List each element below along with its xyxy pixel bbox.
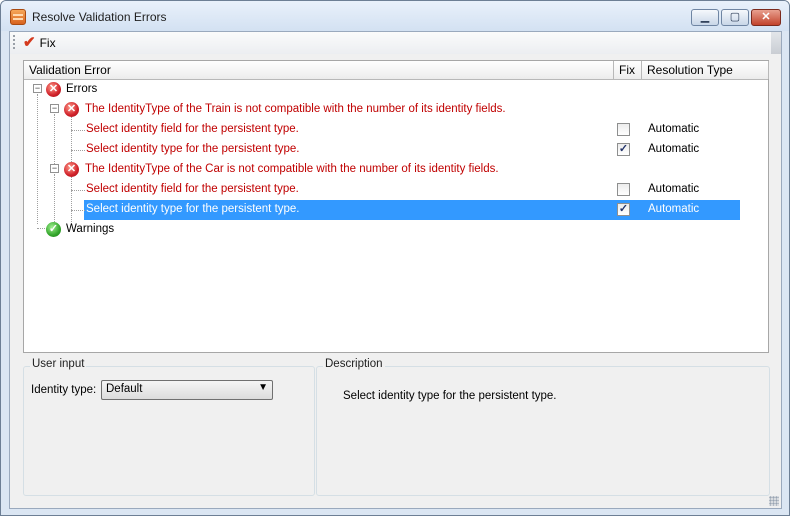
tree-row-label: Select identity type for the persistent …: [86, 143, 300, 155]
panel-splitter[interactable]: [23, 353, 769, 359]
close-button[interactable]: ✕: [751, 9, 781, 26]
resolution-type: Automatic: [648, 183, 700, 195]
user-input-group: User input Identity type: Default ▼: [23, 358, 315, 496]
minimize-icon: ▁: [700, 11, 710, 23]
resize-grip-icon[interactable]: [769, 496, 779, 506]
description-group: Description Select identity type for the…: [316, 358, 770, 496]
fix-button-label: Fix: [39, 35, 56, 50]
column-header-resolution-type[interactable]: Resolution Type: [642, 61, 769, 79]
user-input-title: User input: [30, 358, 87, 370]
toolbar-grip-icon[interactable]: [13, 35, 15, 49]
fix-checkbox[interactable]: [617, 183, 630, 196]
error-icon: ✕: [46, 82, 61, 97]
toolbar-overflow[interactable]: [771, 32, 781, 54]
resolution-type: Automatic: [648, 143, 700, 155]
tree-row-fix[interactable]: Select identity type for the persistent …: [24, 140, 768, 160]
error-icon: ✕: [64, 102, 79, 117]
error-icon: ✕: [64, 162, 79, 177]
tree-row-label: The IdentityType of the Train is not com…: [85, 103, 506, 115]
identity-type-value: Default: [106, 383, 143, 395]
tree-row-label: Select identity type for the persistent …: [86, 203, 300, 215]
app-icon: [10, 9, 26, 25]
tree-row-fix-selected[interactable]: Select identity type for the persistent …: [24, 200, 768, 220]
window-title: Resolve Validation Errors: [32, 10, 167, 24]
fix-button[interactable]: ✔ Fix: [20, 33, 59, 52]
collapse-icon[interactable]: −: [50, 164, 59, 173]
collapse-icon[interactable]: −: [33, 84, 42, 93]
tree-row-label: The IdentityType of the Car is not compa…: [85, 163, 499, 175]
tree-line: [71, 210, 85, 211]
tree-row-errors[interactable]: − ✕ Errors: [24, 80, 768, 100]
description-text: Select identity type for the persistent …: [343, 390, 557, 402]
tree-line: [71, 190, 85, 191]
resolution-type: Automatic: [648, 123, 700, 135]
dialog-window: Resolve Validation Errors ▁ ▢ ✕ ✔ Fix Va…: [0, 0, 790, 516]
fix-checkbox[interactable]: ✓: [617, 143, 630, 156]
tree-row-fix[interactable]: Select identity field for the persistent…: [24, 120, 768, 140]
tree-row-warnings[interactable]: ✓ Warnings: [24, 220, 768, 240]
fix-checkbox[interactable]: ✓: [617, 203, 630, 216]
client-area: ✔ Fix Validation Error Fix Resolution Ty…: [9, 31, 782, 509]
tree-row-error[interactable]: − ✕ The IdentityType of the Car is not c…: [24, 160, 768, 180]
tree-row-label: Errors: [66, 83, 98, 95]
collapse-icon[interactable]: −: [50, 104, 59, 113]
tree-row-error[interactable]: − ✕ The IdentityType of the Train is not…: [24, 100, 768, 120]
identity-type-dropdown[interactable]: Default ▼: [101, 380, 273, 400]
column-header-fix[interactable]: Fix: [614, 61, 642, 79]
success-check-icon: ✓: [46, 222, 61, 237]
column-header-validation-error[interactable]: Validation Error: [24, 61, 614, 79]
resolution-type: Automatic: [648, 203, 700, 215]
dropdown-arrow-icon: ▼: [258, 382, 268, 393]
tree-line: [71, 150, 85, 151]
maximize-icon: ▢: [729, 11, 741, 23]
tree-row-label: Warnings: [66, 223, 115, 235]
minimize-button[interactable]: ▁: [691, 9, 719, 26]
validation-grid: Validation Error Fix Resolution Type − ✕…: [23, 60, 769, 353]
grid-header: Validation Error Fix Resolution Type: [24, 61, 769, 80]
close-icon: ✕: [761, 11, 771, 23]
tree-line: [71, 130, 85, 131]
description-title: Description: [323, 358, 385, 370]
fix-checkbox[interactable]: [617, 123, 630, 136]
checkmark-icon: ✔: [23, 33, 36, 51]
identity-type-label: Identity type:: [31, 384, 97, 396]
tree-row-label: Select identity field for the persistent…: [86, 123, 299, 135]
toolbar: ✔ Fix: [10, 32, 781, 54]
tree-row-label: Select identity field for the persistent…: [86, 183, 299, 195]
maximize-button[interactable]: ▢: [721, 9, 749, 26]
title-bar[interactable]: Resolve Validation Errors ▁ ▢ ✕: [1, 1, 789, 31]
tree-row-fix[interactable]: Select identity field for the persistent…: [24, 180, 768, 200]
